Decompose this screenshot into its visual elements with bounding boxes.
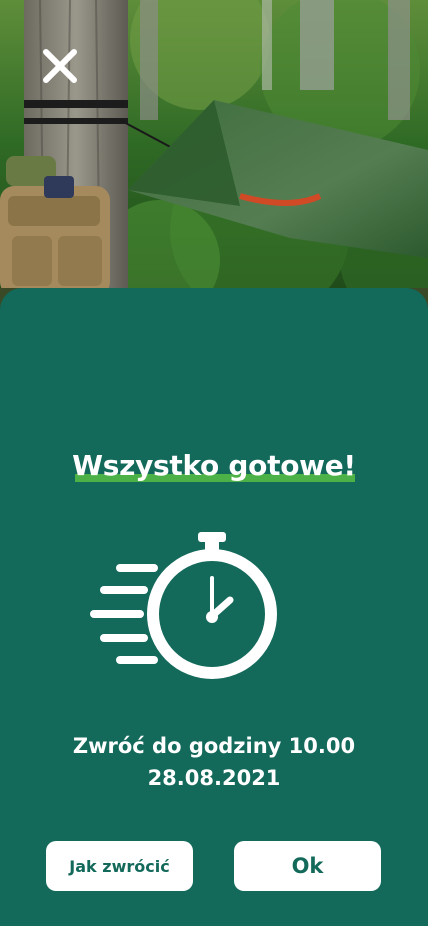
page-title: Wszystko gotowe!: [69, 448, 359, 484]
close-icon: [43, 49, 77, 83]
return-deadline-time: Zwróć do godziny 10.00: [72, 734, 356, 758]
page-title-text: Wszystko gotowe!: [72, 449, 356, 482]
stopwatch-icon: [88, 530, 280, 684]
order-confirmation-screen: Wszystko gotowe! Zwróć do godziny 10.00 …: [0, 0, 428, 926]
how-to-return-button[interactable]: Jak zwrócić: [46, 841, 193, 891]
close-button[interactable]: [38, 44, 82, 88]
return-deadline: Zwróć do godziny 10.00 28.08.2021: [0, 730, 428, 794]
hero-image: [0, 0, 428, 320]
title-container: Wszystko gotowe!: [0, 448, 428, 484]
return-deadline-date: 28.08.2021: [147, 766, 281, 790]
ok-button[interactable]: Ok: [234, 841, 381, 891]
confirmation-sheet: Wszystko gotowe! Zwróć do godziny 10.00 …: [0, 288, 428, 926]
